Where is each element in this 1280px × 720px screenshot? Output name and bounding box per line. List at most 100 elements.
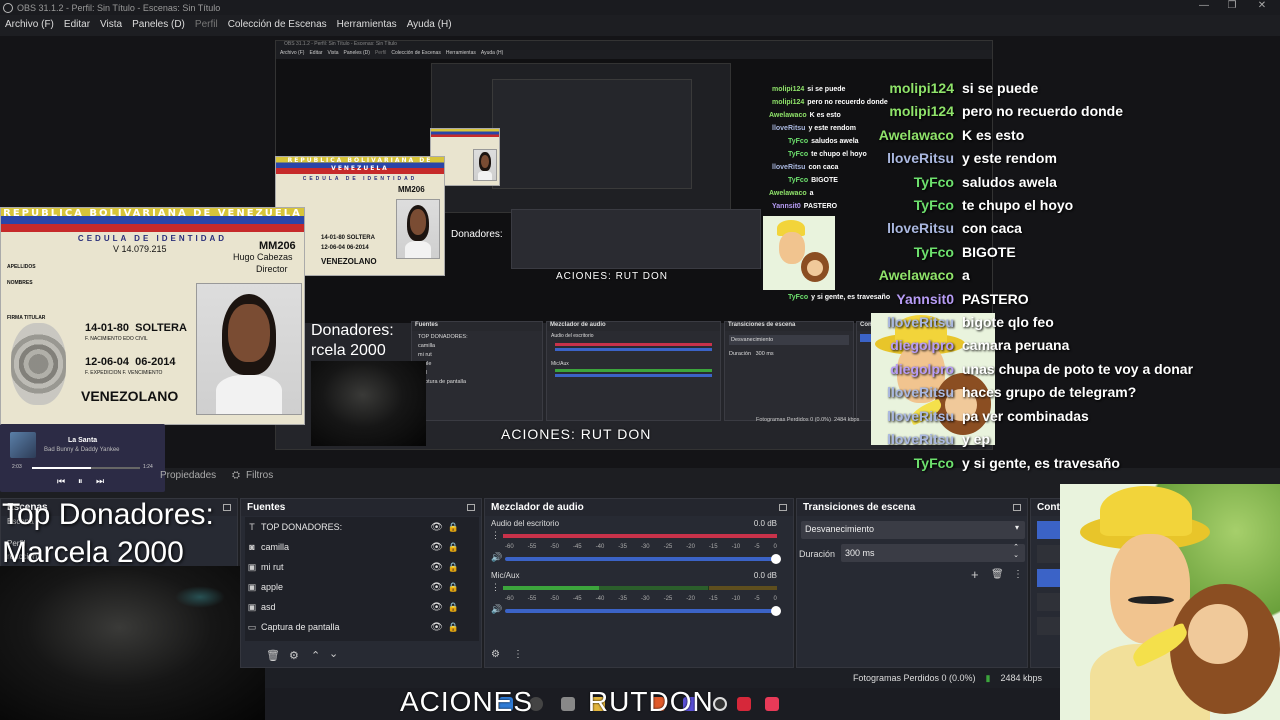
- gear-icon[interactable]: ⚙: [289, 649, 299, 662]
- duration-spinbox[interactable]: 300 ms ⌃ ⌄: [841, 544, 1025, 562]
- eye-icon[interactable]: 👁: [430, 602, 443, 613]
- chat-message: saludos awela: [962, 174, 1057, 190]
- eye-icon[interactable]: 👁: [430, 582, 443, 593]
- menu-ayuda[interactable]: Ayuda (H): [402, 19, 457, 30]
- next-icon[interactable]: ⏭: [96, 476, 104, 487]
- close-button[interactable]: ✕: [1252, 0, 1272, 11]
- previous-icon[interactable]: ⏮: [57, 476, 65, 487]
- track-progress[interactable]: [32, 467, 140, 469]
- mixer-settings-icon[interactable]: ⚙: [491, 649, 500, 660]
- mixer-menu-dots-icon[interactable]: ⋮: [513, 649, 523, 660]
- trash-icon[interactable]: 🗑: [266, 649, 280, 662]
- nested-chat-msg: BIGOTE: [811, 177, 838, 184]
- chat-user: Awelawaco: [878, 127, 954, 143]
- nested-fuentes-dock: Fuentes TOP DONADORES: camilla mi rut ap…: [411, 321, 543, 421]
- menu-dots-icon[interactable]: ⋮: [491, 530, 503, 541]
- source-item[interactable]: T TOP DONADORES: 👁 🔒: [245, 517, 473, 537]
- lock-icon[interactable]: 🔒: [448, 582, 459, 593]
- menu-archivo[interactable]: Archivo (F): [0, 19, 59, 30]
- id-birth: 14-01-80 SOLTERA: [85, 322, 187, 334]
- pause-icon[interactable]: ⏸: [78, 476, 83, 487]
- transition-select[interactable]: Desvanecimiento ▾: [801, 521, 1025, 539]
- volume-slider[interactable]: [505, 605, 781, 616]
- nested-webcam: [311, 361, 426, 446]
- tab-filtros[interactable]: Filtros: [246, 470, 273, 481]
- spin-arrows-icon[interactable]: ⌃ ⌄: [1013, 544, 1019, 560]
- nested-donor-line1: Donadores:: [311, 322, 394, 339]
- nested-source-item: TOP DONADORES:: [418, 334, 468, 340]
- music-app-icon[interactable]: [765, 697, 779, 711]
- volume-icon[interactable]: 🔊: [491, 552, 503, 563]
- eye-icon[interactable]: 👁: [430, 522, 443, 533]
- nested-mixer-title: Mezclador de audio: [547, 322, 720, 331]
- obs-window: OBS 31.1.2 - Perfil: Sin Título - Escena…: [0, 0, 1280, 720]
- nested-chat-user: Awelawaco: [769, 190, 807, 197]
- source-name: asd: [261, 602, 276, 612]
- menu-paneles[interactable]: Paneles (D): [127, 19, 190, 30]
- nested-chat-user: TyFco: [788, 177, 809, 184]
- transitions-dock: Transiciones de escena Desvanecimiento ▾…: [796, 498, 1028, 668]
- nested-mix1-slider: [555, 348, 712, 351]
- popout-icon[interactable]: [223, 504, 231, 511]
- popout-icon[interactable]: [467, 504, 475, 511]
- level-meter: [503, 533, 777, 538]
- move-down-icon[interactable]: ⌄: [329, 647, 338, 660]
- menu-perfil[interactable]: Perfil: [190, 19, 223, 30]
- popout-icon[interactable]: [1013, 504, 1021, 511]
- nested-chat-msg: y este rendom: [808, 125, 856, 132]
- lock-icon[interactable]: 🔒: [448, 522, 459, 533]
- add-icon[interactable]: +: [971, 567, 979, 582]
- volume-slider[interactable]: [505, 553, 781, 564]
- menu-herramientas[interactable]: Herramientas: [332, 19, 402, 30]
- volume-icon[interactable]: 🔊: [491, 604, 503, 615]
- menu-dots-icon[interactable]: ⋮: [1013, 569, 1023, 580]
- menu-dots-icon[interactable]: ⋮: [491, 582, 503, 593]
- nested-fuentes-title: Fuentes: [412, 322, 542, 331]
- menu-vista[interactable]: Vista: [95, 19, 127, 30]
- popout-icon[interactable]: [779, 504, 787, 511]
- lock-icon[interactable]: 🔒: [448, 542, 459, 553]
- chat-user: Awelawaco: [878, 267, 954, 283]
- eye-icon[interactable]: 👁: [430, 562, 443, 573]
- move-up-icon[interactable]: ⌃: [311, 649, 320, 662]
- level-meter: [503, 585, 777, 590]
- source-item[interactable]: ▣ asd 👁 🔒: [245, 597, 473, 617]
- source-item[interactable]: ▣ mi rut 👁 🔒: [245, 557, 473, 577]
- lock-icon[interactable]: 🔒: [448, 562, 459, 573]
- obs-icon[interactable]: [713, 697, 727, 711]
- source-item[interactable]: ▣ apple 👁 🔒: [245, 577, 473, 597]
- maximize-button[interactable]: ❐: [1222, 0, 1242, 11]
- eye-icon[interactable]: 👁: [430, 622, 443, 633]
- image-icon: ▣: [247, 581, 257, 592]
- chat-user: lloveRitsu: [887, 384, 954, 400]
- lock-icon[interactable]: 🔒: [448, 602, 459, 613]
- tab-filtros-icon[interactable]: ⛭: [232, 470, 240, 481]
- slider-knob[interactable]: [771, 553, 781, 564]
- lock-icon[interactable]: 🔒: [448, 622, 459, 633]
- eye-icon[interactable]: 👁: [430, 542, 443, 553]
- chat-user: lloveRitsu: [887, 150, 954, 166]
- chat-user: Yannsit0: [896, 291, 954, 307]
- chat-message: PASTERO: [962, 291, 1029, 307]
- music-player-widget: La Santa Bad Bunny & Daddy Yankee 2:03 1…: [0, 424, 165, 492]
- title-bar: OBS 31.1.2 - Perfil: Sin Título - Escena…: [0, 0, 1280, 15]
- menu-coleccion-escenas[interactable]: Colección de Escenas: [223, 19, 332, 30]
- nested-chat-user: lloveRitsu: [772, 164, 806, 171]
- menu-editar[interactable]: Editar: [59, 19, 95, 30]
- nested-status: Fotogramas Perdidos 0 (0.0%) 2484 kbps: [756, 417, 860, 423]
- nested-donors: Donadores: rcela 2000: [311, 321, 394, 361]
- chat-user: TyFco: [913, 455, 954, 471]
- tab-propiedades[interactable]: Propiedades: [160, 470, 216, 481]
- source-item[interactable]: ▭ Captura de pantalla 👁 🔒: [245, 617, 473, 637]
- monitor-icon: ▭: [247, 621, 257, 632]
- source-item[interactable]: ◙ camilla 👁 🔒: [245, 537, 473, 557]
- nested-deeper-capture: [492, 79, 692, 189]
- slider-knob[interactable]: [771, 605, 781, 616]
- trash-icon[interactable]: 🗑: [991, 569, 1004, 580]
- nested-donors-small: Donadores:: [451, 229, 503, 241]
- chat-user: TyFco: [913, 174, 954, 190]
- app-red-icon[interactable]: [737, 697, 751, 711]
- nested-chat-user: TyFco: [788, 151, 809, 158]
- minimize-button[interactable]: —: [1194, 0, 1214, 11]
- chat-message: bigote qlo feo: [962, 314, 1054, 330]
